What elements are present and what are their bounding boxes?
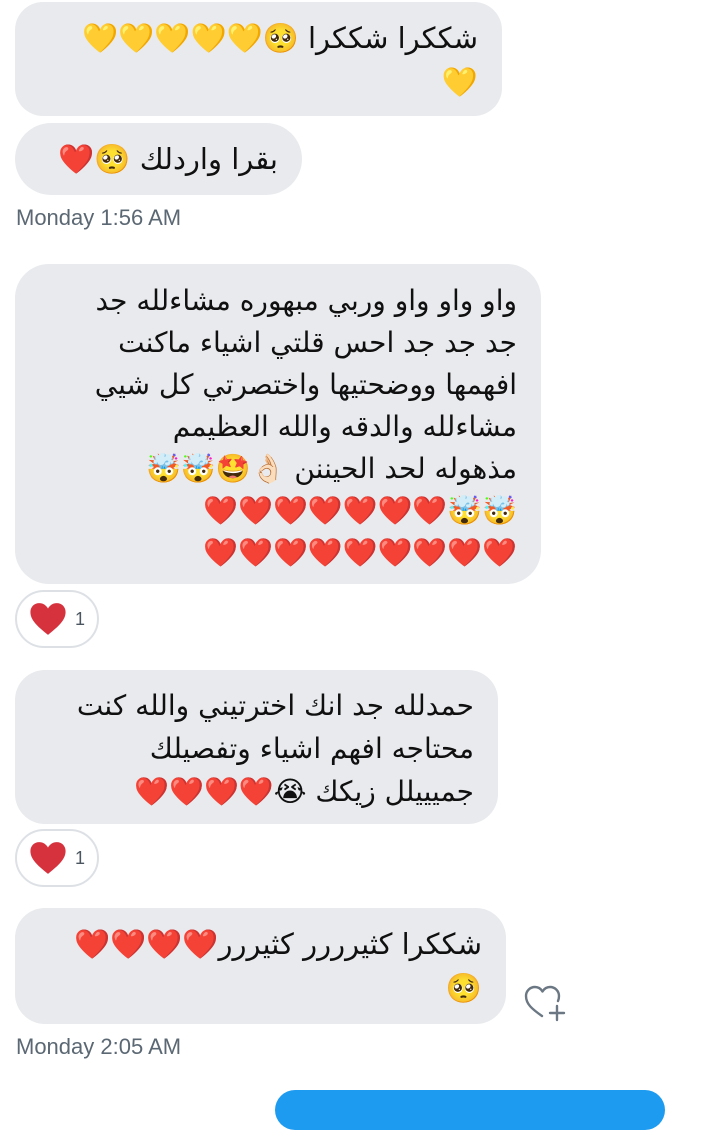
message-text-line: افهمها ووضحتيها واختصرتي كل شيي [94, 368, 517, 401]
message-text-line: مشاءلله والدقه والله العظيمم [172, 410, 517, 443]
message-bubble[interactable]: شككرا كثيرررر كثيررر❤️❤️❤️❤️ 🥺 [15, 908, 506, 1024]
reaction-pill[interactable]: 1 [15, 590, 99, 648]
message-text-line: جد جد جد احس قلتي اشياء ماكنت [118, 326, 517, 359]
message-timestamp: Monday 2:05 AM [16, 1034, 182, 1059]
heart-icon [30, 603, 66, 635]
message-text-line: ❤️❤️❤️❤️❤️❤️❤️❤️❤️ [203, 536, 517, 569]
reaction-count: 1 [74, 608, 85, 629]
message-text-line: 🤯🤯❤️❤️❤️❤️❤️❤️❤️ [203, 494, 517, 527]
reaction-pill[interactable]: 1 [15, 829, 99, 887]
message-text-line: مذهوله لحد الحيننن 👌🏻🤩🤯🤯 [146, 452, 517, 485]
message-text-line: محتاجه افهم اشياء وتفصيلك [149, 732, 474, 765]
message-bubble[interactable]: واو واو واو وربي مبهوره مشاءلله جد جد جد… [15, 264, 541, 584]
message-bubble[interactable]: حمدلله جد انك اخترتيني والله كنت محتاجه … [15, 670, 498, 824]
heart-icon [30, 842, 66, 874]
message-text-line: واو واو واو وربي مبهوره مشاءلله جد [95, 284, 517, 317]
add-reaction-icon[interactable] [520, 978, 570, 1024]
message-text-line: بقرا واردلك 🥺❤️ [58, 142, 278, 176]
message-text-line: 🥺 [445, 971, 482, 1005]
message-text-line: شككرا شككرا 🥺💛💛💛💛💛 [82, 21, 478, 55]
reaction-count: 1 [74, 847, 85, 868]
message-timestamp: Monday 1:56 AM [16, 205, 182, 230]
message-bubble[interactable]: شككرا شككرا 🥺💛💛💛💛💛 💛 [15, 2, 502, 116]
outgoing-message-bubble[interactable] [275, 1090, 665, 1130]
message-text-line: حمدلله جد انك اخترتيني والله كنت [76, 689, 474, 722]
message-text-line: 💛 [441, 65, 478, 99]
message-bubble[interactable]: بقرا واردلك 🥺❤️ [15, 123, 302, 195]
message-text-line: شككرا كثيرررر كثيررر❤️❤️❤️❤️ [74, 927, 482, 961]
message-text-line: جميييلل زيكك 😭❤️❤️❤️❤️ [134, 775, 474, 808]
